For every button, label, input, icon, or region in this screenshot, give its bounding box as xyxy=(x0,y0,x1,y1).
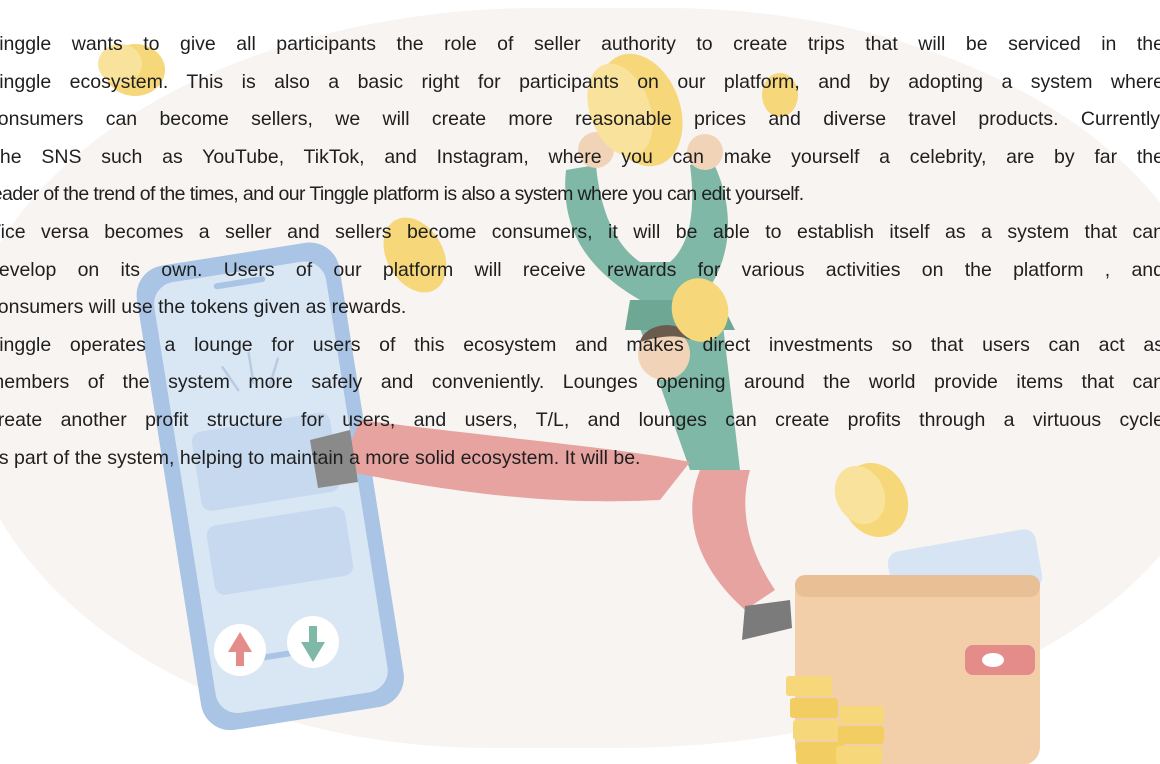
text-line: develop on its own. Users of our platfor… xyxy=(0,258,1160,281)
paragraph: Vice versa becomes a seller and sellers … xyxy=(0,214,1160,327)
text-line: leader of the trend of the times, and ou… xyxy=(0,183,804,206)
up-arrow-icon xyxy=(214,624,266,676)
text-line: Tinggle wants to give all participants t… xyxy=(0,33,1160,55)
text-line: as part of the system, helping to mainta… xyxy=(0,446,641,469)
text-line: Vice versa becomes a seller and sellers … xyxy=(0,220,1160,243)
page: Tinggle wants to give all participants t… xyxy=(0,0,1160,764)
text-line: Tinggle ecosystem. This is also a basic … xyxy=(0,70,1160,93)
text-line: Tinggle operates a lounge for users of t… xyxy=(0,333,1160,356)
paragraph: Tinggle operates a lounge for users of t… xyxy=(0,327,1160,477)
down-arrow-icon xyxy=(287,616,339,668)
text-line: consumers can become sellers, we will cr… xyxy=(0,108,1160,131)
text-line: members of the system more safely and co… xyxy=(0,371,1160,394)
text-line: The SNS such as YouTube, TikTok, and Ins… xyxy=(0,145,1160,168)
text-line: consumers will use the tokens given as r… xyxy=(0,296,407,319)
body-text: Tinggle wants to give all participants t… xyxy=(0,26,1160,477)
paragraph: Tinggle wants to give all participants t… xyxy=(0,26,1160,214)
text-line: create another profit structure for user… xyxy=(0,408,1160,431)
